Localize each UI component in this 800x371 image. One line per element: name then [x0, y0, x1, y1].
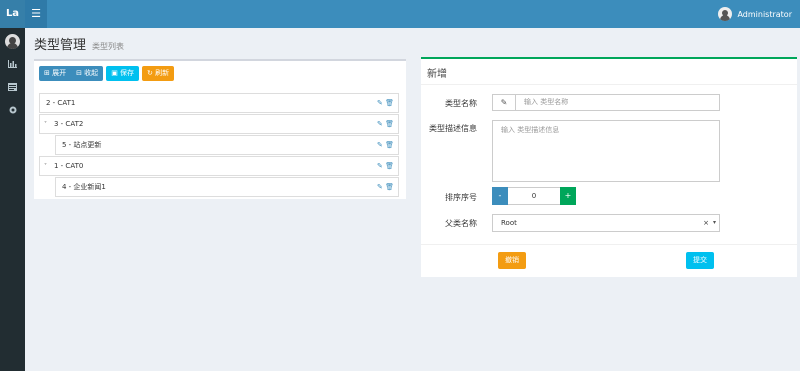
tree-node[interactable]: 2 - CAT1 ✎ 🗑	[39, 93, 399, 113]
description-textarea[interactable]: 输入 类型描述信息	[492, 120, 720, 182]
page-title: 类型管理	[34, 38, 87, 53]
edit-delete-icons[interactable]: ✎ 🗑	[377, 157, 394, 176]
name-label: 类型名称	[445, 99, 477, 108]
user-name: Administrator	[737, 9, 792, 19]
expand-button[interactable]: ⊞ 展开	[39, 66, 72, 81]
tree-node[interactable]: ˅ 1 - CAT0 ✎ 🗑	[39, 156, 399, 176]
parent-label: 父类名称	[445, 219, 477, 228]
parent-select-value: Root	[501, 219, 517, 227]
edit-delete-icons[interactable]: ✎ 🗑	[377, 178, 394, 197]
edit-delete-icons[interactable]: ✎ 🗑	[377, 136, 394, 155]
tree-node[interactable]: ˅ 3 - CAT2 ✎ 🗑	[39, 114, 399, 134]
edit-delete-icons[interactable]: ✎ 🗑	[377, 115, 394, 134]
tree-node-label: 2 - CAT1	[46, 99, 76, 107]
user-menu[interactable]: Administrator	[718, 0, 792, 28]
list-icon[interactable]	[0, 83, 25, 95]
app-logo[interactable]: La	[0, 0, 25, 28]
add-category-form: 新增 类型名称 ✎ 输入 类型名称 类型描述信息 输入 类型描述信息 排序序号 …	[421, 57, 797, 277]
collapse-arrow-icon[interactable]: ˅	[44, 157, 47, 176]
order-input[interactable]: 0	[508, 187, 560, 205]
circle-icon[interactable]	[0, 106, 25, 118]
tree-toolbar: ⊞ 展开 ⊟ 收起 ▣ 保存 ↻ 刷新	[39, 66, 175, 81]
divider	[421, 84, 797, 85]
name-input[interactable]: 输入 类型名称	[516, 95, 719, 110]
sidebar	[0, 28, 25, 371]
tree-node-label: 1 - CAT0	[54, 162, 84, 170]
page-header: 类型管理 类型列表	[34, 34, 124, 53]
bar-chart-icon[interactable]	[0, 60, 25, 72]
increment-button[interactable]: +	[560, 187, 576, 205]
user-avatar-icon	[718, 7, 733, 21]
description-label: 类型描述信息	[429, 124, 477, 133]
tree-node-label: 5 - 站点更新	[62, 141, 102, 149]
cancel-button[interactable]: 撤销	[498, 252, 526, 269]
refresh-button[interactable]: ↻ 刷新	[142, 66, 175, 81]
collapse-button[interactable]: ⊟ 收起	[71, 66, 104, 81]
order-stepper: - 0 +	[492, 187, 576, 205]
tree-node-label: 4 - 企业新闻1	[62, 183, 106, 191]
sidebar-avatar[interactable]	[5, 34, 20, 49]
top-navbar: La ☰ Administrator	[0, 0, 800, 28]
form-title: 新增	[427, 69, 447, 80]
tree-node[interactable]: 5 - 站点更新 ✎ 🗑	[55, 135, 399, 155]
clear-icon[interactable]: ×	[703, 215, 709, 231]
tree-node-label: 3 - CAT2	[54, 120, 84, 128]
chevron-down-icon[interactable]: ▾	[713, 215, 716, 231]
pencil-icon: ✎	[493, 95, 516, 110]
divider	[421, 244, 797, 245]
order-label: 排序序号	[445, 193, 477, 202]
edit-delete-icons[interactable]: ✎ 🗑	[377, 94, 394, 113]
page-subtitle: 类型列表	[92, 42, 125, 51]
name-input-group[interactable]: ✎ 输入 类型名称	[492, 94, 720, 111]
tree-node[interactable]: 4 - 企业新闻1 ✎ 🗑	[55, 177, 399, 197]
submit-button[interactable]: 提交	[686, 252, 714, 269]
category-tree-box: ⊞ 展开 ⊟ 收起 ▣ 保存 ↻ 刷新 2 - CAT1 ✎ 🗑 ˅ 3 - C…	[34, 59, 406, 199]
parent-select[interactable]: Root × ▾	[492, 214, 720, 232]
category-tree: 2 - CAT1 ✎ 🗑 ˅ 3 - CAT2 ✎ 🗑 5 - 站点更新 ✎ 🗑…	[39, 93, 399, 198]
sidebar-toggle-icon[interactable]: ☰	[25, 0, 47, 28]
save-button[interactable]: ▣ 保存	[106, 66, 140, 81]
decrement-button[interactable]: -	[492, 187, 508, 205]
expand-collapse-group: ⊞ 展开 ⊟ 收起	[39, 66, 104, 81]
collapse-arrow-icon[interactable]: ˅	[44, 115, 47, 134]
